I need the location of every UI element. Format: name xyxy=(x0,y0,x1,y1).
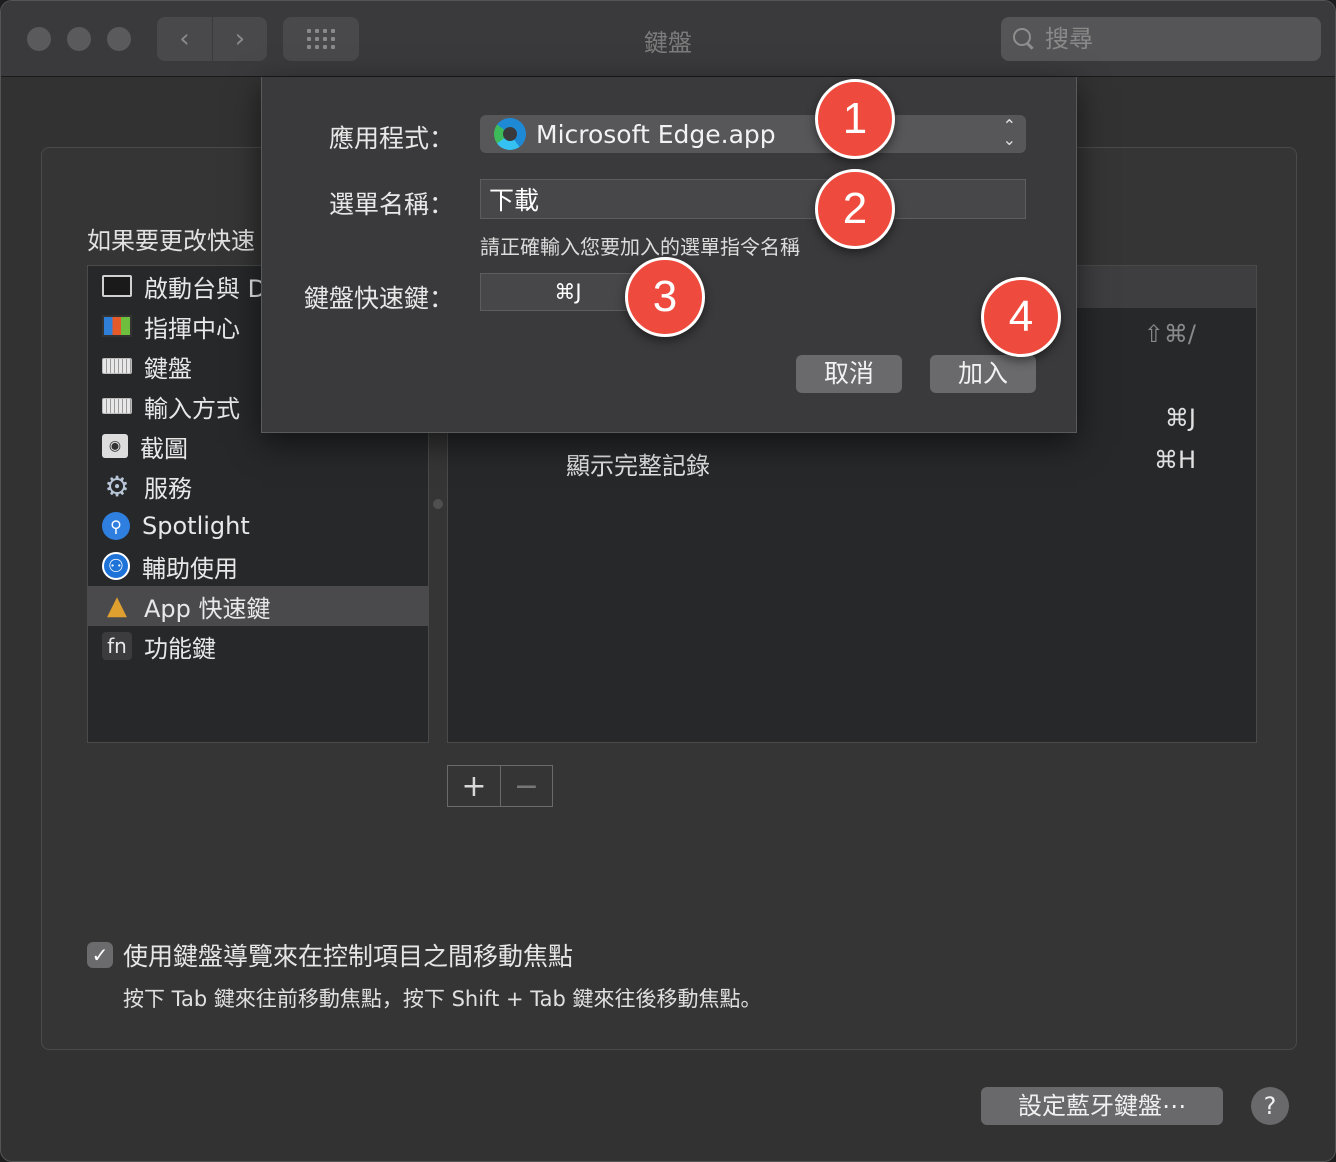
category-label: 服務 xyxy=(144,474,192,503)
shortcut-key: ⇧⌘/ xyxy=(1143,320,1196,348)
add-shortcut-sheet: 應用程式： Microsoft Edge.app ⌃⌄ 選單名稱： 請正確輸入您… xyxy=(261,77,1077,433)
add-button[interactable]: 加入 xyxy=(930,355,1036,393)
edge-browser-icon xyxy=(494,118,526,150)
setup-bluetooth-keyboard-button[interactable]: 設定藍牙鍵盤⋯ xyxy=(981,1087,1223,1125)
title-bar: ‹ › 鍵盤 xyxy=(1,1,1335,77)
application-popup[interactable]: Microsoft Edge.app ⌃ ⌄ xyxy=(480,115,1026,153)
keyboard-preferences-window: ‹ › 鍵盤 如果要更改快速 啟動台與 Dock 指揮中心 xyxy=(0,0,1336,1162)
gear-icon: ⚙ xyxy=(104,469,130,503)
category-app-shortcuts[interactable]: ▲ App 快速鍵 xyxy=(88,586,428,626)
cancel-button[interactable]: 取消 xyxy=(796,355,902,393)
shortcut-key: ⌘J xyxy=(1164,404,1196,432)
shortcut-row[interactable]: 顯示完整記錄 ⌘H xyxy=(448,440,1256,480)
checkmark-icon: ✓ xyxy=(91,943,109,967)
instruction-text: 如果要更改快速 xyxy=(87,227,255,255)
annotation-marker-2: 2 xyxy=(815,169,895,249)
split-view-handle[interactable] xyxy=(433,499,443,509)
search-icon xyxy=(1013,28,1035,50)
menu-title-hint: 請正確輸入您要加入的選單指令名稱 xyxy=(480,235,800,259)
keyboard-navigation-label: 使用鍵盤導覽來在控制項目之間移動焦點 xyxy=(123,942,574,971)
keyboard-shortcut-label: 鍵盤快速鍵： xyxy=(303,284,454,313)
annotation-marker-3: 3 xyxy=(625,257,705,337)
keyboard-navigation-checkbox[interactable]: ✓ xyxy=(87,942,113,968)
category-accessibility[interactable]: ⚇ 輔助使用 xyxy=(88,546,428,586)
category-label: Spotlight xyxy=(142,512,250,540)
application-label: 應用程式： xyxy=(328,124,454,153)
keyboard-navigation-hint: 按下 Tab 鍵來往前移動焦點，按下 Shift + Tab 鍵來往後移動焦點。 xyxy=(123,987,762,1011)
annotation-marker-1: 1 xyxy=(815,79,895,159)
launchpad-icon xyxy=(102,275,132,297)
category-label: 輔助使用 xyxy=(142,554,238,583)
add-shortcut-button[interactable]: + xyxy=(448,766,500,806)
accessibility-icon: ⚇ xyxy=(102,552,130,580)
mission-control-icon xyxy=(102,315,132,337)
chevron-up-down-icon: ⌃ ⌄ xyxy=(1002,116,1016,149)
add-remove-control: + − xyxy=(447,765,553,807)
app-shortcuts-icon: ▲ xyxy=(107,591,127,621)
category-function-keys[interactable]: fn 功能鍵 xyxy=(88,626,428,666)
remove-shortcut-button[interactable]: − xyxy=(500,766,552,806)
category-label: 指揮中心 xyxy=(144,314,240,343)
screenshot-icon: ◉ xyxy=(102,434,128,458)
keyboard-navigation-option[interactable]: ✓ 使用鍵盤導覽來在控制項目之間移動焦點 xyxy=(87,937,573,973)
category-label: 輸入方式 xyxy=(144,394,240,423)
help-button[interactable]: ? xyxy=(1251,1087,1289,1125)
spotlight-icon: ⚲ xyxy=(102,512,130,540)
shortcut-name: 顯示完整記錄 xyxy=(566,452,710,480)
category-label: App 快速鍵 xyxy=(144,594,271,623)
category-services[interactable]: ⚙ 服務 xyxy=(88,466,428,506)
category-label: 功能鍵 xyxy=(144,634,216,663)
search-input[interactable] xyxy=(1045,25,1295,53)
keyboard-icon xyxy=(102,358,132,374)
shortcut-key: ⌘H xyxy=(1153,446,1196,474)
application-value: Microsoft Edge.app xyxy=(536,119,776,149)
input-source-icon xyxy=(102,398,132,414)
search-field[interactable] xyxy=(1001,17,1321,61)
category-spotlight[interactable]: ⚲ Spotlight xyxy=(88,506,428,546)
fn-key-icon: fn xyxy=(102,632,132,660)
annotation-marker-4: 4 xyxy=(981,277,1061,357)
menu-title-label: 選單名稱： xyxy=(328,190,454,219)
menu-title-field[interactable] xyxy=(480,179,1026,219)
category-label: 截圖 xyxy=(140,434,188,463)
category-label: 鍵盤 xyxy=(144,354,192,383)
